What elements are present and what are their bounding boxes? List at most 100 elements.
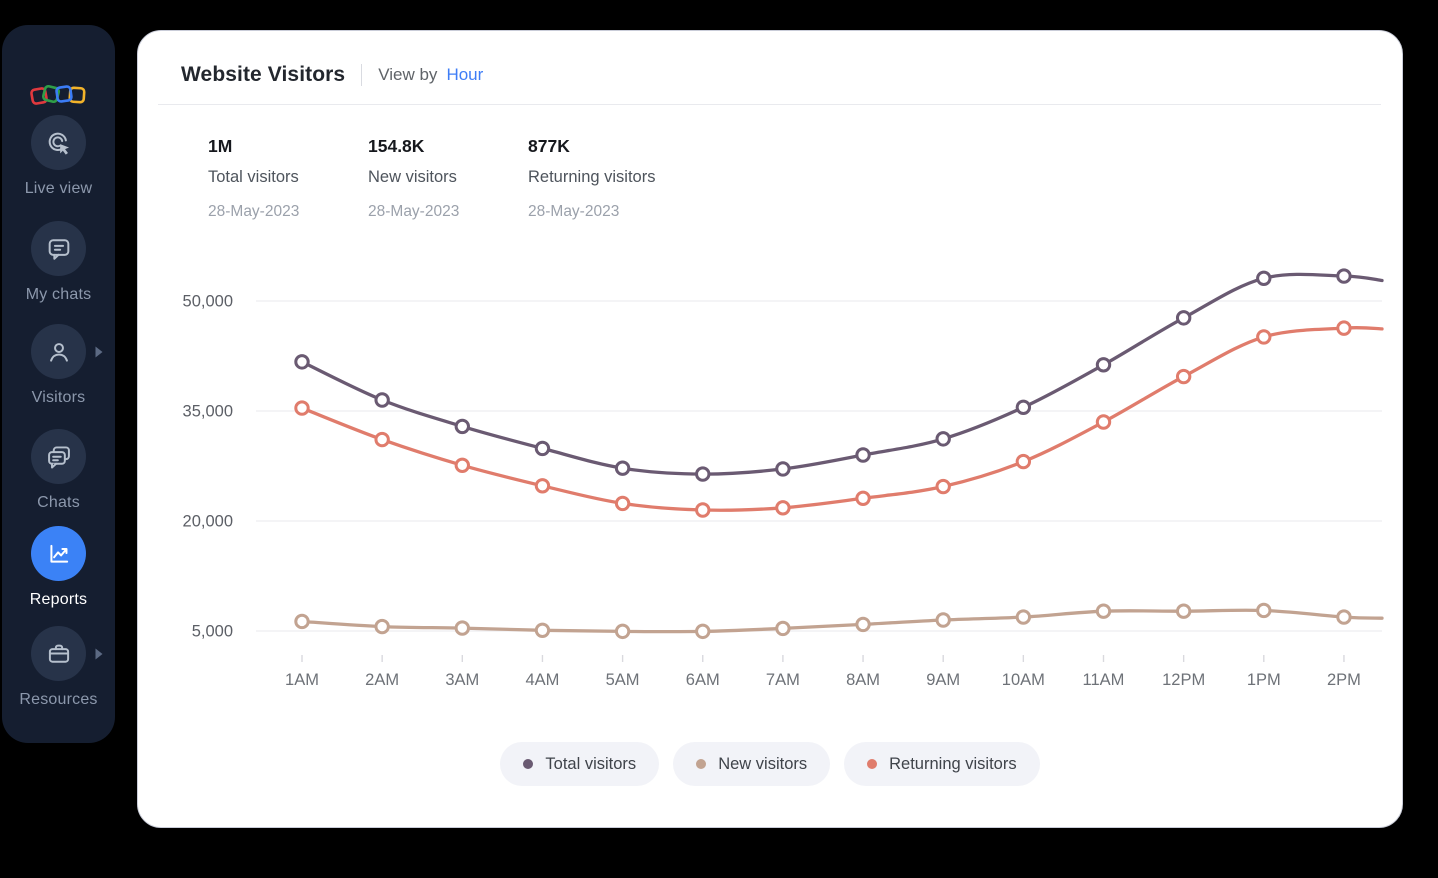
stat-label: Returning visitors [528, 168, 656, 186]
legend-label: New visitors [718, 754, 808, 773]
y-axis-tick-label: 5,000 [192, 623, 233, 641]
my-chats-button[interactable] [31, 221, 86, 276]
legend-label: Total visitors [545, 754, 637, 773]
sidebar-item-reports[interactable]: Reports [2, 526, 115, 609]
header-rule [158, 104, 1381, 105]
sidebar-item-resources[interactable]: Resources [2, 626, 115, 709]
data-point-marker [1015, 453, 1032, 470]
visitors-line-chart: 50,000 35,000 20,000 5,000 1AM 2AM 3AM 4AM 5AM 6A… [183, 268, 1384, 689]
sidebar-item-my-chats[interactable]: My chats [2, 221, 115, 304]
data-point-marker [454, 418, 470, 435]
screen: Live view My chats Visitors Chats Report… [0, 0, 1438, 878]
chevron-right-icon [95, 346, 103, 358]
chart-legend: Total visitors New visitors Returning visi… [138, 742, 1402, 786]
x-axis-tick-label: 2AM [365, 671, 399, 689]
header-divider [361, 64, 363, 86]
data-point-marker [374, 618, 390, 635]
x-axis-tick-label: 12PM [1162, 671, 1205, 689]
sidebar-item-label: Visitors [31, 389, 86, 406]
data-point-marker [1015, 399, 1032, 416]
x-axis-tick-label: 8AM [846, 671, 880, 689]
stat-label: New visitors [368, 168, 457, 186]
data-point-marker [775, 620, 791, 637]
x-axis-tick-label: 1PM [1247, 671, 1281, 689]
sidebar-item-visitors[interactable]: Visitors [2, 324, 115, 407]
stat-date: 28-May-2023 [208, 203, 300, 220]
data-point-marker [1175, 368, 1192, 385]
four-squares-logo[interactable] [26, 77, 92, 118]
data-point-marker [1175, 310, 1192, 326]
sidebar-item-label: Chats [37, 494, 80, 511]
x-axis-tick-label: 6AM [686, 671, 720, 689]
visitors-icon [49, 342, 68, 362]
sidebar-item-label: Live view [24, 180, 93, 197]
data-point-marker [534, 440, 551, 457]
data-point-marker [1336, 320, 1352, 336]
page-title: Website Visitors [181, 63, 346, 86]
stat-new-visitors: 154.8K New visitors 28-May-2023 [368, 136, 528, 221]
data-point-marker [695, 502, 711, 518]
y-axis-tick-label: 35,000 [183, 403, 233, 421]
chats-icon [47, 445, 70, 468]
x-axis-tick-label: 10AM [1002, 671, 1045, 689]
sidebar-item-live-view[interactable]: Live view [2, 115, 115, 198]
stat-value: 154.8K [368, 136, 425, 156]
x-axis-tick-label: 2PM [1327, 671, 1361, 689]
x-axis-tick-label: 5AM [606, 671, 640, 689]
sidebar: Live view My chats Visitors Chats Report… [2, 25, 115, 743]
sidebar-item-label: Resources [19, 691, 98, 708]
reports-card: Website Visitors View by Hour 1M Total v… [137, 30, 1403, 828]
data-point-marker [775, 500, 791, 516]
legend-dot [523, 759, 534, 769]
stat-total-visitors: 1M Total visitors 28-May-2023 [208, 136, 368, 221]
x-axis-tick-label: 11AM [1083, 671, 1125, 689]
data-point-marker [1256, 270, 1272, 286]
live-view-button[interactable] [31, 115, 86, 170]
y-axis-tick-label: 20,000 [183, 513, 233, 531]
sidebar-item-label: Reports [29, 591, 88, 608]
data-point-marker [374, 392, 390, 408]
visitors-button[interactable] [31, 324, 86, 379]
legend-pill-new-visitors[interactable]: New visitors [673, 742, 831, 786]
data-point-marker [614, 495, 631, 512]
data-point-marker [1015, 609, 1032, 625]
stat-date: 28-May-2023 [368, 203, 460, 220]
resources-button[interactable] [31, 626, 86, 681]
sidebar-item-label: My chats [25, 286, 92, 303]
stat-label: Total visitors [208, 168, 299, 186]
x-axis-tick-label: 7AM [766, 671, 800, 689]
data-point-marker [855, 490, 871, 506]
reports-button[interactable] [31, 526, 86, 581]
data-point-marker [454, 620, 470, 636]
legend-dot [696, 759, 707, 769]
data-point-marker [294, 354, 310, 370]
data-point-marker [454, 457, 470, 473]
stat-returning-visitors: 877K Returning visitors 28-May-2023 [528, 136, 688, 221]
data-point-marker [374, 431, 390, 448]
chart-area: 50,000 35,000 20,000 5,000 1AM 2AM 3AM 4AM 5AM 6A… [138, 261, 1404, 701]
legend-dot [867, 759, 878, 769]
data-point-marker [534, 478, 551, 494]
data-point-marker [1256, 602, 1272, 619]
data-point-marker [1095, 603, 1112, 619]
data-point-marker [935, 431, 951, 447]
legend-label: Returning visitors [889, 754, 1017, 773]
data-point-marker [935, 612, 951, 628]
view-by-hour-link[interactable]: Hour [446, 65, 483, 85]
data-point-marker [614, 460, 631, 476]
sidebar-item-chats[interactable]: Chats [2, 429, 115, 512]
data-point-marker [855, 447, 871, 463]
data-point-marker [695, 623, 711, 640]
card-header: Website Visitors View by Hour [181, 59, 483, 91]
legend-pill-returning-visitors[interactable]: Returning visitors [844, 742, 1040, 786]
stat-date: 28-May-2023 [528, 203, 620, 220]
logo-squares-icon [29, 84, 86, 105]
x-axis-tick-label: 4AM [525, 671, 559, 689]
legend-pill-total-visitors[interactable]: Total visitors [500, 742, 660, 786]
x-axis-tick-label: 9AM [926, 671, 960, 689]
chart-series-total-visitors [300, 272, 1384, 476]
data-point-marker [1336, 268, 1352, 284]
data-point-marker [534, 622, 551, 638]
chats-button[interactable] [31, 429, 86, 484]
x-axis-tick-label: 3AM [445, 671, 479, 689]
